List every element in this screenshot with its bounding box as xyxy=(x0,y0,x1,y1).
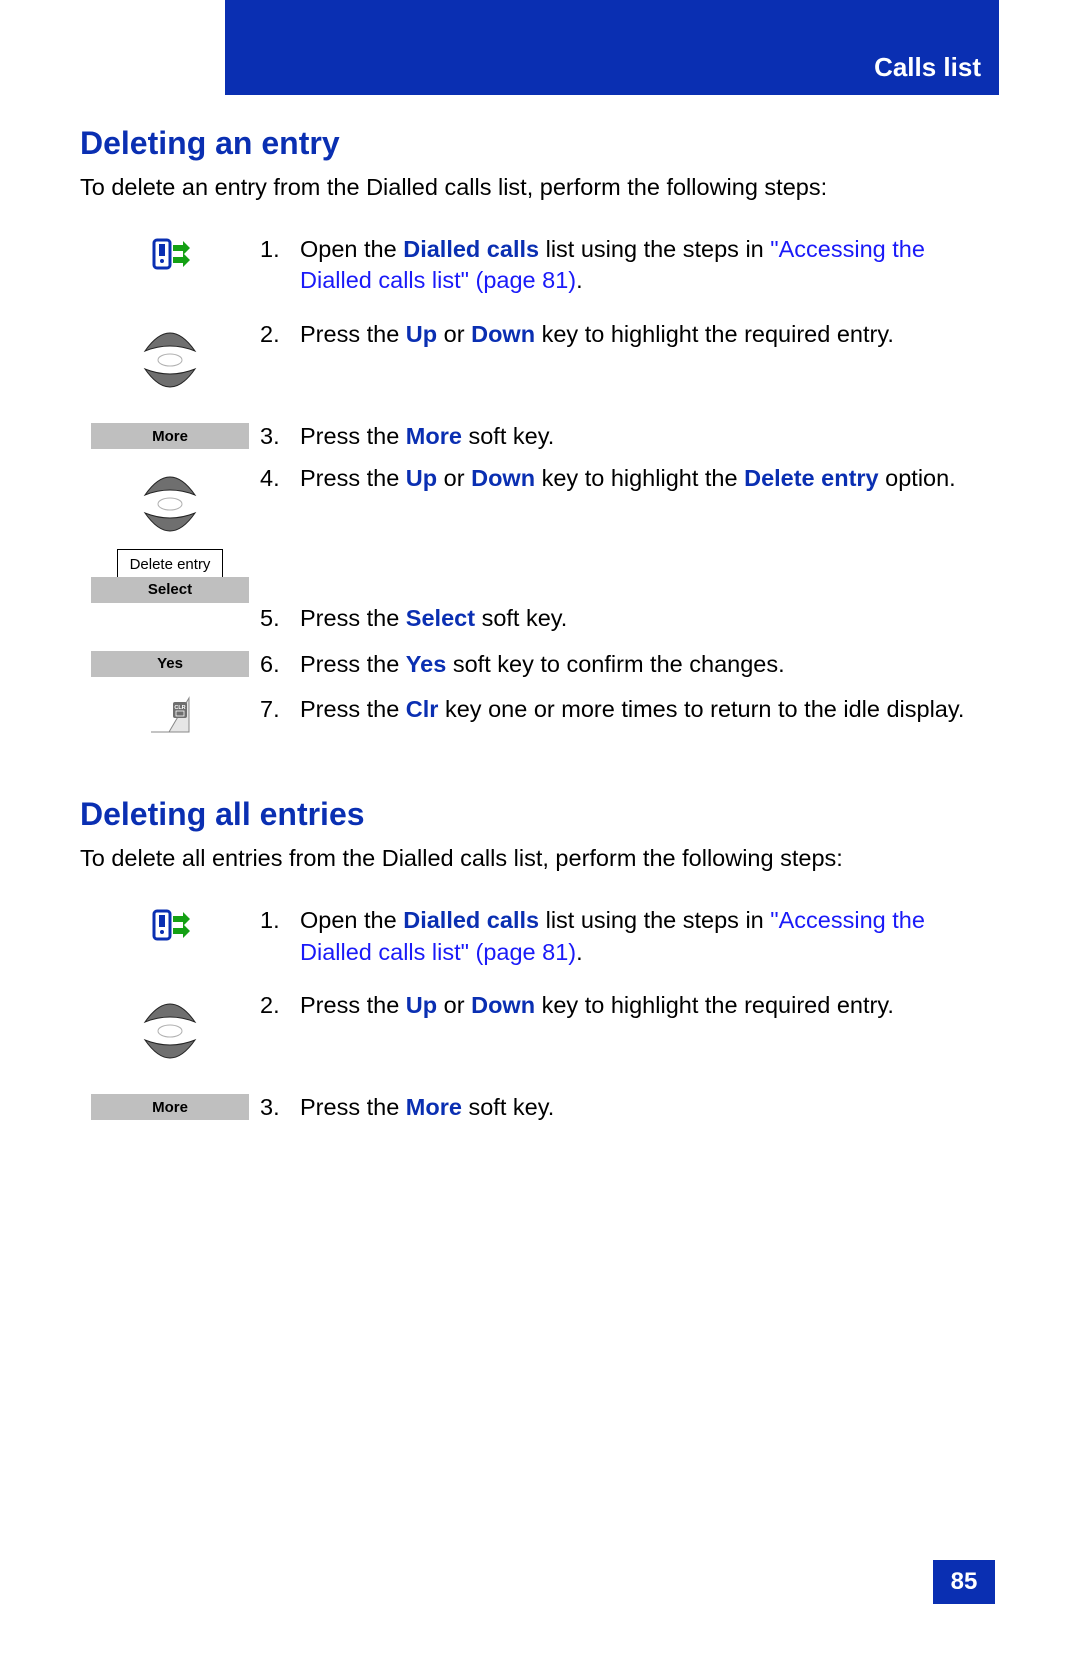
clr-key-icon: CLR xyxy=(149,696,191,734)
icon-col: Select xyxy=(80,575,260,603)
section1-heading: Deleting an entry xyxy=(80,125,1000,162)
step-text: 1. Open the Dialled calls list using the… xyxy=(260,905,1000,968)
step-row: 2. Press the Up or Down key to highlight… xyxy=(80,990,1000,1070)
icon-col: More xyxy=(80,421,260,449)
step-row: 2. Press the Up or Down key to highlight… xyxy=(80,319,1000,399)
up-down-key-icon xyxy=(135,992,205,1070)
up-down-key-icon xyxy=(135,321,205,399)
section1-steps: 1. Open the Dialled calls list using the… xyxy=(80,234,1000,735)
icon-col: More xyxy=(80,1092,260,1120)
step-row: 1. Open the Dialled calls list using the… xyxy=(80,234,1000,297)
step-num: 5. xyxy=(260,603,286,635)
page-number: 85 xyxy=(933,1560,995,1604)
step-text: 7. Press the Clr key one or more times t… xyxy=(260,694,1000,726)
header-bar: Calls list xyxy=(225,0,999,95)
manual-page: Calls list Deleting an entry To delete a… xyxy=(0,0,1080,1669)
step-num: 2. xyxy=(260,990,286,1022)
section1-intro: To delete an entry from the Dialled call… xyxy=(80,172,1000,204)
step-text: 6. Press the Yes soft key to confirm the… xyxy=(260,649,1000,681)
step-num: 4. xyxy=(260,463,286,495)
step-num: 3. xyxy=(260,421,286,453)
section2-heading: Deleting all entries xyxy=(80,796,1000,833)
step-body: Press the Yes soft key to confirm the ch… xyxy=(300,649,785,681)
step-text: 3. Press the More soft key. xyxy=(260,1092,1000,1124)
svg-text:CLR: CLR xyxy=(174,705,185,711)
section2-intro: To delete all entries from the Dialled c… xyxy=(80,843,1000,875)
content: Deleting an entry To delete an entry fro… xyxy=(80,115,1000,1146)
step-body: Open the Dialled calls list using the st… xyxy=(300,234,1000,297)
step-text: 4. Press the Up or Down key to highlight… xyxy=(260,463,1000,495)
section2-steps: 1. Open the Dialled calls list using the… xyxy=(80,905,1000,1124)
step-row: Delete entry 4. Press the Up or Down key… xyxy=(80,463,1000,581)
icon-col: CLR xyxy=(80,694,260,734)
icon-col: Yes xyxy=(80,649,260,677)
softkey-yes: Yes xyxy=(91,651,249,677)
icon-col xyxy=(80,234,260,272)
step-row: CLR 7. Press the Clr key one or more tim… xyxy=(80,694,1000,734)
icon-col xyxy=(80,990,260,1070)
step-body: Press the Up or Down key to highlight th… xyxy=(300,463,956,495)
dialled-calls-icon xyxy=(150,907,190,943)
softkey-more: More xyxy=(91,423,249,449)
step-text: 5. Press the Select soft key. xyxy=(260,603,1000,635)
step-body: Press the Clr key one or more times to r… xyxy=(300,694,964,726)
step-num: 2. xyxy=(260,319,286,351)
softkey-more: More xyxy=(91,1094,249,1120)
icon-col xyxy=(80,319,260,399)
step-row: Select 5. Press the Select soft key. xyxy=(80,603,1000,635)
step-body: Press the Up or Down key to highlight th… xyxy=(300,990,894,1022)
step-body: Open the Dialled calls list using the st… xyxy=(300,905,1000,968)
step-num: 3. xyxy=(260,1092,286,1124)
step-row: More 3. Press the More soft key. xyxy=(80,421,1000,453)
step-body: Press the Select soft key. xyxy=(300,603,567,635)
step-row: 1. Open the Dialled calls list using the… xyxy=(80,905,1000,968)
header-title: Calls list xyxy=(874,52,999,83)
step-text: 1. Open the Dialled calls list using the… xyxy=(260,234,1000,297)
step-body: Press the More soft key. xyxy=(300,1092,554,1124)
step-text: 3. Press the More soft key. xyxy=(260,421,1000,453)
step-num: 6. xyxy=(260,649,286,681)
step-row: More 3. Press the More soft key. xyxy=(80,1092,1000,1124)
step-num: 7. xyxy=(260,694,286,726)
step-row: Yes 6. Press the Yes soft key to confirm… xyxy=(80,649,1000,681)
step-body: Press the Up or Down key to highlight th… xyxy=(300,319,894,351)
step-num: 1. xyxy=(260,234,286,297)
step-text: 2. Press the Up or Down key to highlight… xyxy=(260,990,1000,1022)
icon-col: Delete entry xyxy=(80,463,260,581)
step-body: Press the More soft key. xyxy=(300,421,554,453)
icon-col xyxy=(80,905,260,943)
softkey-select: Select xyxy=(91,577,249,603)
up-down-key-icon xyxy=(135,465,205,543)
dialled-calls-icon xyxy=(150,236,190,272)
step-text: 2. Press the Up or Down key to highlight… xyxy=(260,319,1000,351)
step-num: 1. xyxy=(260,905,286,968)
